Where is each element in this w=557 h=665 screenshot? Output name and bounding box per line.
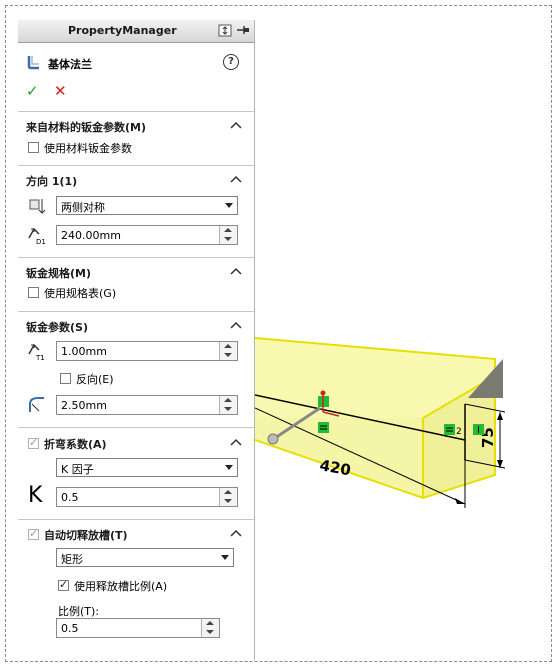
relief-type-select[interactable]: 矩形	[56, 548, 234, 567]
spin-buttons[interactable]	[219, 488, 237, 506]
bend-allowance-type-value: K 因子	[61, 463, 94, 476]
property-manager-header: PropertyManager	[18, 20, 254, 43]
property-manager-title: PropertyManager	[68, 24, 177, 37]
section-divider	[18, 519, 254, 520]
spin-buttons[interactable]	[219, 342, 237, 360]
depth-icon: D1	[28, 227, 46, 245]
spin-up-icon[interactable]	[224, 344, 232, 348]
property-manager-panel: PropertyManager 基体法兰 ? ✓ ✕ 来自材料的钣金参数(M) …	[18, 20, 255, 660]
chevron-up-icon[interactable]	[230, 438, 242, 446]
horizontal-relation-icon[interactable]	[444, 424, 455, 435]
chevron-up-icon[interactable]	[230, 267, 242, 275]
depth-icon-label: D1	[36, 238, 46, 245]
dropdown-arrow-icon	[225, 465, 233, 470]
use-material-checkbox[interactable]	[28, 142, 39, 153]
end-condition-value: 两侧对称	[61, 201, 105, 214]
relief-ratio-spinbox[interactable]: 0.5	[56, 618, 220, 638]
part-front-face	[255, 418, 423, 498]
section-divider	[18, 111, 254, 112]
section-title-params[interactable]: 钣金参数(S)	[26, 319, 88, 335]
k-factor-value: 0.5	[61, 491, 79, 504]
cancel-button[interactable]: ✕	[54, 82, 67, 100]
section-divider	[18, 165, 254, 166]
relief-ratio-value: 0.5	[61, 622, 79, 635]
thickness-icon-label: T1	[35, 354, 45, 361]
collapse-panel-icon[interactable]	[218, 24, 232, 37]
section-title-relief[interactable]: 自动切释放槽(T)	[44, 527, 128, 543]
arrow-head	[497, 412, 503, 420]
pin-icon[interactable]	[236, 24, 250, 37]
section-divider	[18, 311, 254, 312]
thickness-spinbox[interactable]: 1.00mm	[56, 341, 238, 361]
relation-label: 2	[456, 427, 462, 437]
k-factor-spinbox[interactable]: 0.5	[56, 487, 238, 507]
relief-type-value: 矩形	[61, 553, 83, 566]
feature-title-row: 基体法兰 ?	[18, 50, 254, 72]
drag-handle[interactable]	[267, 433, 279, 445]
section-divider	[18, 427, 254, 428]
use-relief-ratio-checkbox[interactable]	[58, 578, 69, 591]
use-material-label: 使用材料钣金参数	[44, 142, 132, 155]
bend-radius-value: 2.50mm	[61, 399, 107, 412]
depth-spinbox[interactable]: 240.00mm	[56, 225, 238, 245]
spin-down-icon[interactable]	[224, 407, 232, 411]
ok-button[interactable]: ✓	[26, 82, 39, 100]
use-gauge-checkbox[interactable]	[28, 287, 39, 298]
graphics-area[interactable]: 75 420 2	[255, 20, 552, 662]
model-viewport[interactable]: 75 420 2	[255, 20, 552, 662]
chevron-up-icon[interactable]	[230, 529, 242, 537]
spin-buttons[interactable]	[219, 396, 237, 414]
chevron-up-icon[interactable]	[230, 175, 242, 183]
k-factor-icon: K	[28, 483, 43, 508]
spin-buttons[interactable]	[219, 226, 237, 244]
dropdown-arrow-icon	[221, 555, 229, 560]
section-title-direction[interactable]: 方向 1(1)	[26, 173, 77, 189]
spin-buttons[interactable]	[201, 619, 219, 637]
thickness-value: 1.00mm	[61, 345, 107, 358]
base-flange-icon	[27, 56, 39, 70]
arrow-head	[455, 498, 465, 504]
chevron-up-icon[interactable]	[230, 121, 242, 129]
use-gauge-label: 使用规格表(G)	[44, 287, 117, 300]
bend-radius-icon	[29, 397, 44, 412]
auto-relief-checkbox[interactable]	[28, 527, 39, 540]
reverse-label: 反向(E)	[76, 373, 114, 386]
thickness-icon: T1	[28, 343, 45, 361]
bend-allowance-type-select[interactable]: K 因子	[56, 458, 238, 477]
end-condition-icon	[29, 199, 46, 214]
ratio-label: 比例(T):	[58, 605, 100, 618]
horizontal-relation-icon[interactable]	[318, 422, 329, 433]
dropdown-arrow-icon	[225, 203, 233, 208]
spin-up-icon[interactable]	[224, 398, 232, 402]
spin-down-icon[interactable]	[224, 499, 232, 503]
spin-down-icon[interactable]	[224, 353, 232, 357]
spin-down-icon[interactable]	[206, 630, 214, 634]
reverse-checkbox[interactable]	[60, 373, 71, 384]
spin-up-icon[interactable]	[224, 490, 232, 494]
section-title-bend-allowance[interactable]: 折弯系数(A)	[44, 436, 107, 452]
origin-point	[320, 390, 326, 396]
spin-down-icon[interactable]	[224, 237, 232, 241]
spin-up-icon[interactable]	[206, 621, 214, 625]
bend-allowance-checkbox[interactable]	[28, 436, 39, 449]
use-relief-ratio-label: 使用释放槽比例(A)	[74, 580, 168, 593]
feature-title: 基体法兰	[48, 58, 92, 71]
spin-up-icon[interactable]	[224, 228, 232, 232]
screenshot-frame: PropertyManager 基体法兰 ? ✓ ✕ 来自材料的钣金参数(M) …	[5, 5, 552, 662]
depth-value: 240.00mm	[61, 229, 121, 242]
section-divider	[18, 257, 254, 258]
section-title-gauge[interactable]: 钣金规格(M)	[26, 265, 91, 281]
help-icon[interactable]: ?	[223, 54, 239, 70]
end-condition-select[interactable]: 两侧对称	[56, 196, 238, 215]
bend-radius-spinbox[interactable]: 2.50mm	[56, 395, 238, 415]
chevron-up-icon[interactable]	[230, 321, 242, 329]
section-title-material[interactable]: 来自材料的钣金参数(M)	[26, 119, 146, 135]
